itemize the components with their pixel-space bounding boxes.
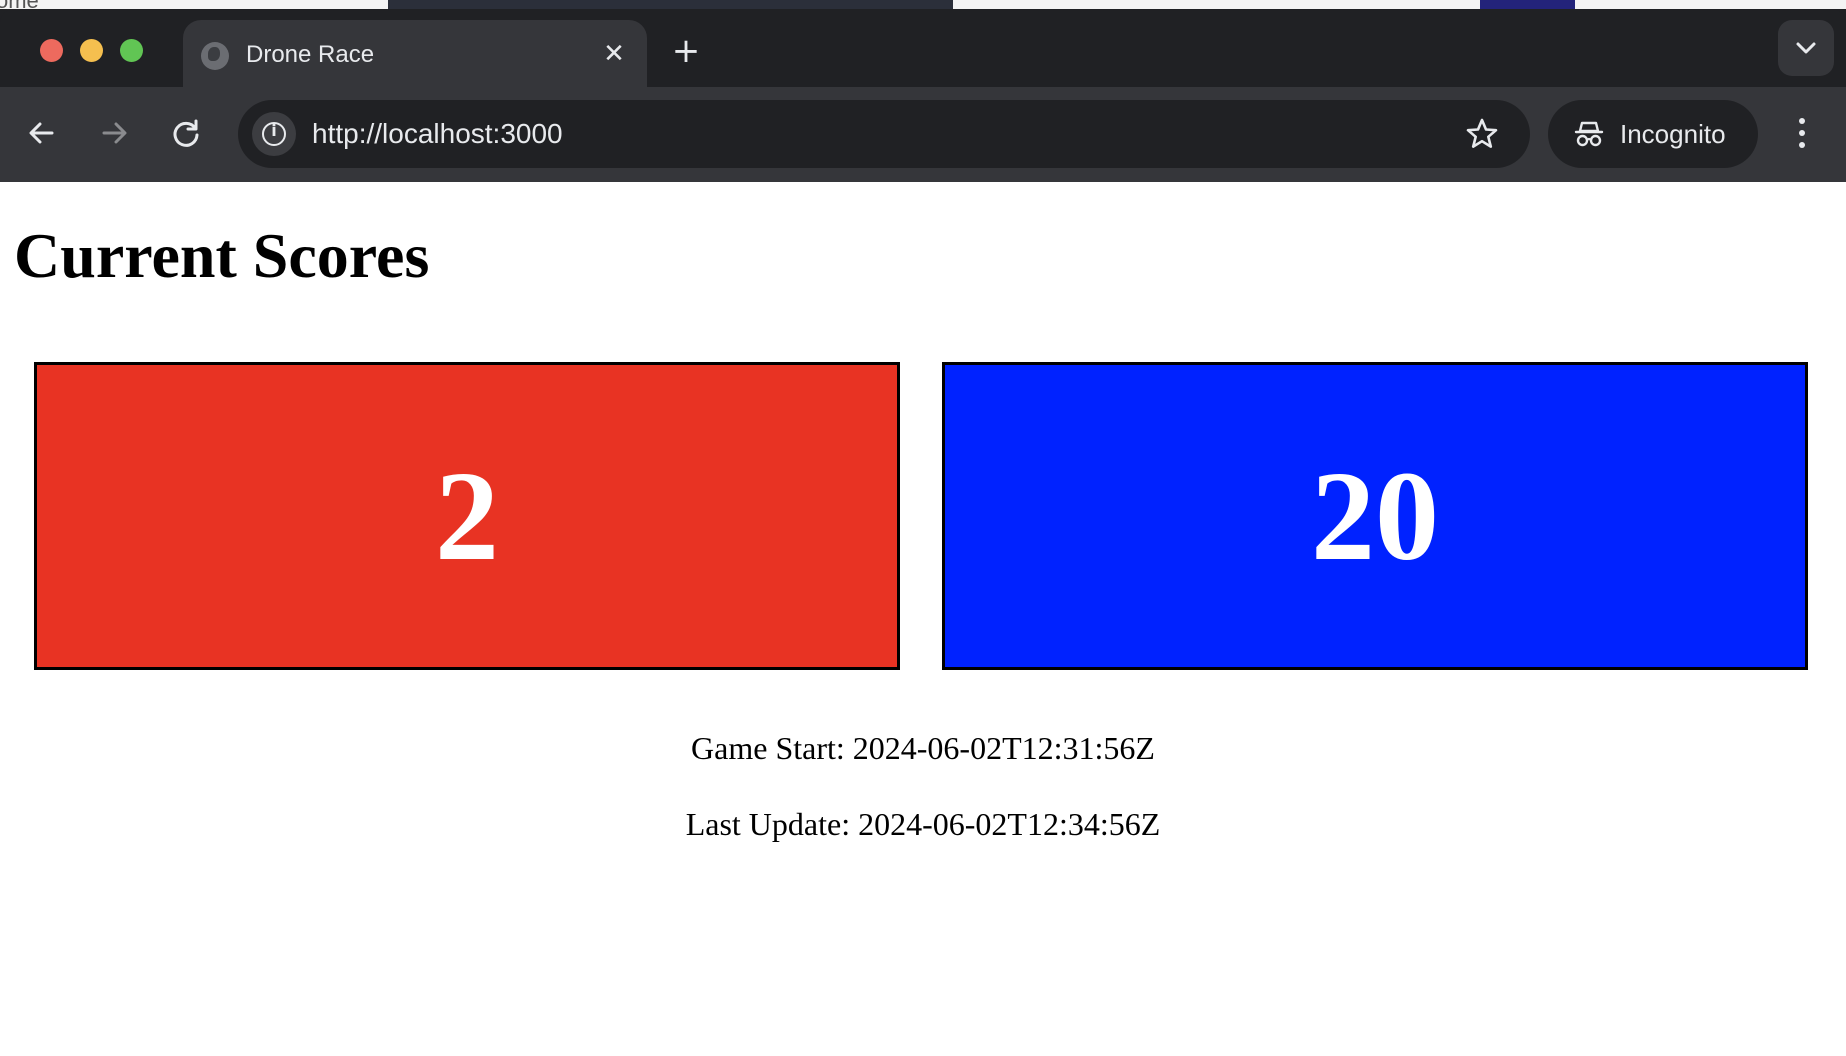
star-icon[interactable] [1460, 112, 1504, 156]
blue-team-score-panel: 20 [942, 362, 1808, 670]
red-team-score-panel: 2 [34, 362, 900, 670]
close-icon[interactable]: ✕ [598, 38, 630, 70]
blue-team-score: 20 [1311, 445, 1439, 587]
incognito-icon [1574, 121, 1604, 147]
minimize-window-button[interactable] [80, 39, 103, 62]
desktop-window-fragment [1480, 0, 1575, 9]
tab-strip: Drone Race ✕ + [0, 9, 1846, 87]
kebab-menu-icon[interactable] [1782, 111, 1822, 155]
globe-icon [201, 42, 229, 70]
red-team-score: 2 [435, 445, 499, 587]
last-update-text: Last Update: 2024-06-02T12:34:56Z [685, 806, 1161, 842]
game-start-text: Game Start: 2024-06-02T12:31:56Z [691, 730, 1155, 766]
chevron-down-icon[interactable] [1778, 20, 1834, 76]
page-title: Current Scores [14, 220, 430, 291]
page-content: Current Scores 2 20 Game Start: 2024-06-… [0, 182, 1846, 1056]
desktop-window-fragment [388, 0, 953, 9]
info-icon[interactable] [252, 112, 296, 156]
incognito-label: Incognito [1620, 119, 1726, 149]
back-arrow-icon[interactable] [20, 111, 64, 155]
maximize-window-button[interactable] [120, 39, 143, 62]
close-window-button[interactable] [40, 39, 63, 62]
address-bar[interactable]: http://localhost:3000 [238, 100, 1530, 168]
desktop-fragment-text: ome [0, 0, 39, 9]
incognito-indicator[interactable]: Incognito [1548, 100, 1758, 168]
url-text[interactable]: http://localhost:3000 [312, 118, 563, 150]
reload-icon[interactable] [164, 111, 208, 155]
forward-arrow-icon[interactable] [92, 111, 136, 155]
tab-title: Drone Race [246, 41, 375, 68]
tab-drone-race[interactable]: Drone Race ✕ [183, 20, 647, 87]
plus-icon[interactable]: + [668, 34, 704, 71]
browser-toolbar: http://localhost:3000 Incognito [0, 87, 1846, 182]
desktop-background: ome [0, 0, 1846, 9]
browser-chrome: Drone Race ✕ + http://localhost:3000 [0, 9, 1846, 182]
